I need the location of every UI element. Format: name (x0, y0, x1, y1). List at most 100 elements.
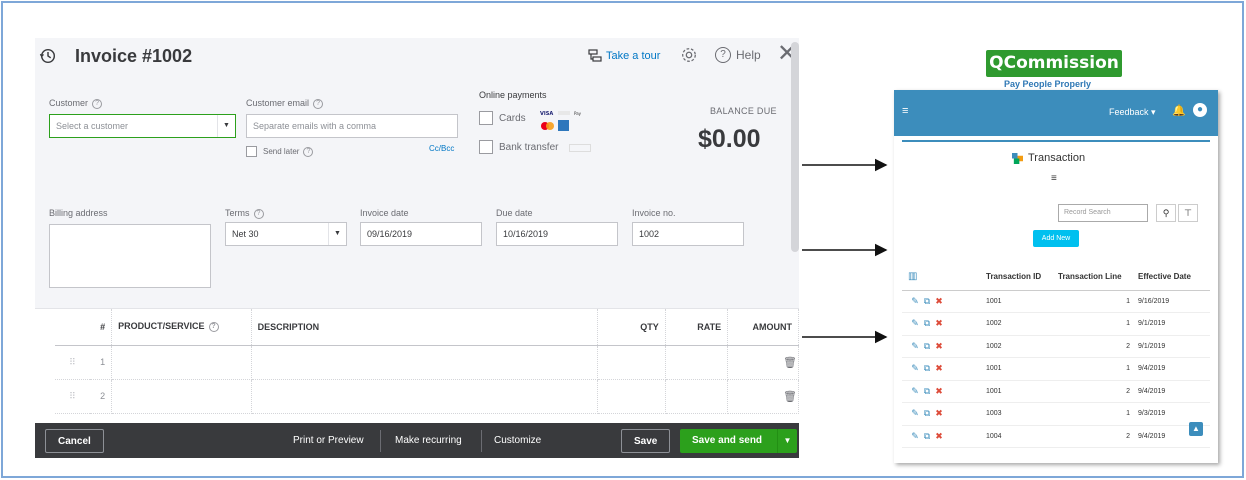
edit-icon[interactable]: ✎ (910, 363, 920, 374)
billing-address-field[interactable] (49, 224, 211, 288)
column-header[interactable]: Effective Date (1138, 264, 1210, 291)
edit-icon[interactable]: ✎ (910, 408, 920, 419)
email-field[interactable]: Separate emails with a comma (246, 114, 458, 138)
bank-transfer-label: Bank transfer (499, 142, 559, 153)
copy-icon[interactable]: ⧉ (922, 318, 932, 329)
invoice-date-field[interactable]: 09/16/2019 (360, 222, 482, 246)
trash-icon[interactable]: 🗑 (783, 356, 797, 369)
table-row[interactable]: ✎⧉✖✹100429/4/2019 (902, 425, 1210, 448)
cc-bcc-link[interactable]: Cc/Bcc (429, 144, 454, 153)
table-row[interactable]: ✎⧉✖✹100229/1/2019 (902, 335, 1210, 358)
divider (481, 430, 482, 452)
edit-icon[interactable]: ✎ (910, 431, 920, 442)
edit-icon[interactable]: ✎ (910, 318, 920, 329)
transaction-id-cell[interactable]: 1002 (986, 335, 1058, 358)
transaction-id-cell[interactable]: 1001 (986, 380, 1058, 403)
copy-icon[interactable]: ⧉ (922, 431, 932, 442)
save-and-send-button[interactable]: Save and send ▼ (680, 429, 797, 453)
customer-select[interactable]: Select a customer ▼ (49, 114, 236, 138)
columns-toggle-icon[interactable]: ▥ (902, 264, 986, 291)
delete-icon[interactable]: ✖ (934, 386, 944, 397)
make-recurring-button[interactable]: Make recurring (395, 429, 462, 453)
due-date-field[interactable]: 10/16/2019 (496, 222, 618, 246)
chevron-down-icon[interactable]: ▼ (777, 429, 797, 453)
effective-date-cell: 9/1/2019 (1138, 335, 1210, 358)
qty-cell[interactable] (597, 345, 666, 380)
help-button[interactable]: ? Help (715, 47, 761, 63)
edit-icon[interactable]: ✎ (910, 386, 920, 397)
take-tour-link[interactable]: Take a tour (588, 49, 660, 63)
delete-icon[interactable]: ✖ (934, 341, 944, 352)
column-header: DESCRIPTION (251, 309, 599, 346)
table-row[interactable]: ✎⧉✖✹100129/4/2019 (902, 380, 1210, 403)
delete-icon[interactable]: ✖ (934, 296, 944, 307)
history-icon[interactable] (39, 47, 57, 65)
help-icon: ? (313, 98, 324, 109)
column-header[interactable]: Transaction Line (1058, 264, 1138, 291)
customer-label: Customer? (49, 98, 103, 109)
drag-handle-icon[interactable]: ⠿ (55, 379, 90, 414)
list-menu-icon[interactable]: ≡ (1051, 173, 1057, 184)
invoice-no-field[interactable]: 1002 (632, 222, 744, 246)
description-cell[interactable] (251, 345, 599, 380)
table-row[interactable]: ✎⧉✖✹100119/4/2019 (902, 357, 1210, 381)
table-row[interactable]: ✎⧉✖✹100119/16/2019 (902, 290, 1210, 313)
table-row[interactable]: ⠿ 1 (55, 345, 799, 380)
description-cell[interactable] (251, 379, 599, 414)
delete-icon[interactable]: ✖ (934, 408, 944, 419)
send-later-label: Send later? (263, 147, 314, 157)
add-new-button[interactable]: Add New (1033, 230, 1079, 247)
cards-checkbox[interactable] (479, 111, 493, 125)
customize-button[interactable]: Customize (494, 429, 541, 453)
scroll-to-top-button[interactable]: ▲ (1189, 422, 1203, 436)
customer-placeholder: Select a customer (56, 121, 129, 131)
edit-icon[interactable]: ✎ (910, 296, 920, 307)
rate-cell[interactable] (665, 345, 729, 380)
rate-cell[interactable] (665, 379, 729, 414)
row-actions: ✎⧉✖✹ (902, 335, 986, 358)
menu-icon[interactable]: ≡ (902, 105, 908, 117)
terms-select[interactable]: Net 30 ▼ (225, 222, 347, 246)
record-search-input[interactable]: Record Search (1058, 204, 1148, 222)
transaction-id-cell[interactable]: 1002 (986, 312, 1058, 336)
table-row[interactable]: ✎⧉✖✹100219/1/2019 (902, 312, 1210, 336)
delete-icon[interactable]: ✖ (934, 363, 944, 374)
product-cell[interactable] (111, 379, 252, 414)
invoice-window: Invoice #1002 Take a tour ? Help ✕ Custo… (35, 38, 799, 458)
transaction-id-cell[interactable]: 1004 (986, 425, 1058, 448)
user-avatar-icon[interactable]: ● (1193, 103, 1207, 117)
transaction-line-cell: 1 (1058, 402, 1138, 426)
print-preview-button[interactable]: Print or Preview (293, 429, 364, 453)
delete-icon[interactable]: ✖ (934, 431, 944, 442)
copy-icon[interactable]: ⧉ (922, 341, 932, 352)
feedback-dropdown[interactable]: Feedback ▾ (1109, 107, 1156, 118)
scrollbar[interactable] (791, 42, 799, 252)
product-cell[interactable] (111, 345, 252, 380)
copy-icon[interactable]: ⧉ (922, 363, 932, 374)
column-header[interactable]: Transaction ID (986, 264, 1058, 291)
bank-transfer-checkbox[interactable] (479, 140, 493, 154)
delete-icon[interactable]: ✖ (934, 318, 944, 329)
transaction-id-cell[interactable]: 1001 (986, 290, 1058, 313)
cancel-button[interactable]: Cancel (45, 429, 104, 453)
gear-icon[interactable] (680, 46, 698, 64)
search-icon[interactable]: ⚲ (1156, 204, 1176, 222)
transaction-id-cell[interactable]: 1003 (986, 402, 1058, 426)
send-later-checkbox[interactable] (246, 146, 257, 157)
transaction-line-cell: 1 (1058, 357, 1138, 381)
card-logos-icon: VISA Pay (540, 111, 582, 131)
billing-address-label: Billing address (49, 208, 108, 218)
edit-icon[interactable]: ✎ (910, 341, 920, 352)
copy-icon[interactable]: ⧉ (922, 296, 932, 307)
trash-icon[interactable]: 🗑 (783, 390, 797, 403)
transaction-id-cell[interactable]: 1001 (986, 357, 1058, 381)
save-button[interactable]: Save (621, 429, 671, 453)
filter-icon[interactable]: ⊤ (1178, 204, 1198, 222)
bell-icon[interactable]: 🔔 (1172, 104, 1186, 117)
table-row[interactable]: ⠿ 2 (55, 379, 799, 414)
drag-handle-icon[interactable]: ⠿ (55, 345, 90, 380)
copy-icon[interactable]: ⧉ (922, 408, 932, 419)
copy-icon[interactable]: ⧉ (922, 386, 932, 397)
table-row[interactable]: ✎⧉✖✹100319/3/2019 (902, 402, 1210, 426)
qty-cell[interactable] (597, 379, 666, 414)
